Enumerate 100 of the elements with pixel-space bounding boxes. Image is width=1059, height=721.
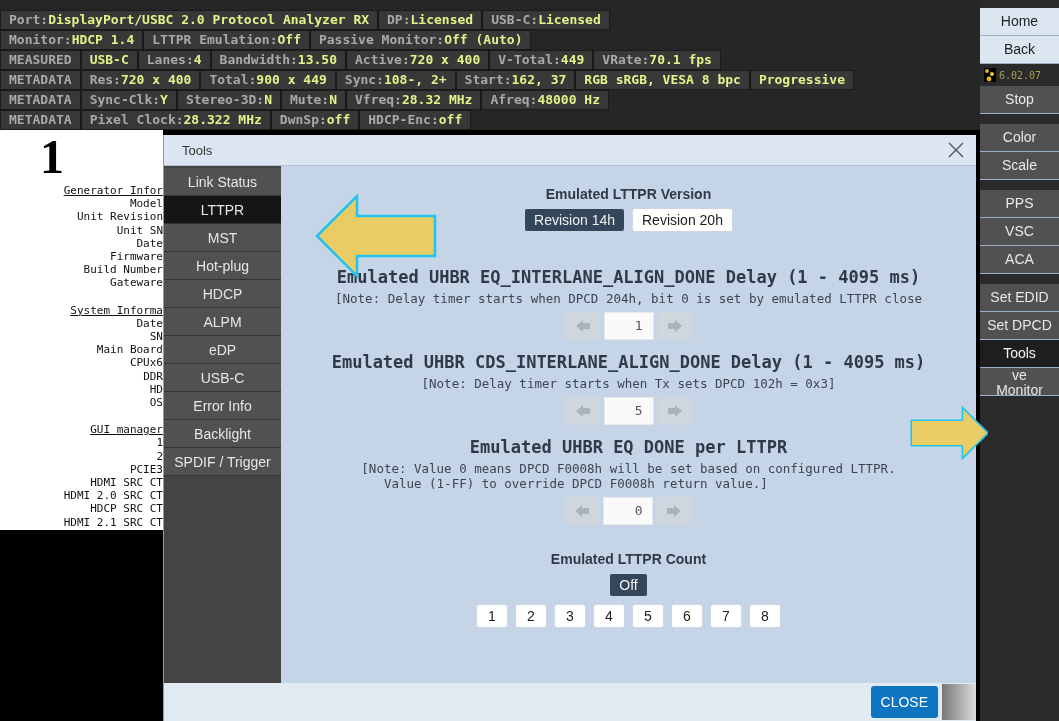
left-arrow-icon	[574, 319, 591, 333]
option-button[interactable]: 6	[671, 604, 703, 628]
left-arrow-icon	[574, 404, 591, 418]
status-cell: Lanes:4	[137, 50, 211, 70]
info-line: 2	[155, 449, 163, 463]
right-arrow-icon	[666, 404, 683, 418]
nav-tab[interactable]: eDP	[164, 336, 281, 364]
status-cell: USB-C:Licensed	[482, 10, 610, 30]
right-arrow-icon	[666, 319, 683, 333]
info-line: 1	[155, 436, 163, 450]
sidebar-button[interactable]: ACA	[980, 246, 1059, 274]
info-line: Firmware	[109, 250, 163, 264]
info-line: Gateware	[109, 276, 163, 290]
page-number: 1	[40, 134, 64, 180]
status-cell: Bandwidth:13.50	[210, 50, 346, 70]
sidebar-button[interactable]: Scale	[980, 152, 1059, 180]
status-cell: Active:720 x 400	[346, 50, 490, 70]
left-arrow-icon	[574, 504, 591, 518]
info-line: Generator Infor	[62, 184, 163, 198]
status-cell: Total:900 x 449	[200, 70, 336, 90]
info-line: HDMI 2.0 SRC CT	[62, 489, 163, 503]
status-cell: RGB sRGB, VESA 8 bpc	[575, 70, 750, 90]
sidebar-button[interactable]: Tools	[980, 340, 1059, 368]
option-button[interactable]: Revision 20h	[632, 208, 733, 232]
status-cell: Port:DisplayPort/USBC 2.0 Protocol Analyzer RX	[0, 10, 379, 30]
nav-tab[interactable]: Error Info	[164, 392, 281, 420]
sidebar-button[interactable]: Set EDID	[980, 284, 1059, 312]
option-button[interactable]: 5	[632, 604, 664, 628]
option-button[interactable]: Off	[609, 573, 648, 597]
nav-tab[interactable]: Hot-plug	[164, 252, 281, 280]
status-cell: HDCP-Enc:off	[359, 110, 472, 130]
info-line: HDCP SRC CT	[89, 502, 163, 516]
option-button[interactable]: 4	[593, 604, 625, 628]
nav-tab[interactable]: HDCP	[164, 280, 281, 308]
sidebar-button[interactable]: VSC	[980, 218, 1059, 246]
section-title: Emulated UHBR EQ DONE per LTTPR	[469, 437, 788, 457]
option-button[interactable]: Revision 14h	[524, 208, 625, 232]
close-button[interactable]: CLOSE	[870, 686, 938, 718]
status-cell: Monitor:HDCP 1.4	[0, 30, 144, 50]
info-line: GUI manager	[89, 423, 163, 437]
status-cell: DwnSp:off	[270, 110, 360, 130]
status-cell: METADATA	[0, 110, 81, 130]
sidebar-button[interactable]: Stop	[980, 86, 1059, 114]
info-line: DDR	[142, 369, 163, 383]
info-line: Unit Revision	[75, 210, 163, 224]
info-line: Main Board	[95, 343, 163, 357]
info-line: System Informa	[69, 303, 163, 317]
status-cell: MEASURED	[0, 50, 81, 70]
info-line: HDMI 2.1 SRC CT	[62, 515, 163, 529]
section-title: Emulated LTTPR Version	[545, 186, 712, 202]
note-text: [Note: Delay timer starts when DPCD 204h, bit 0 is set by emulated LTTPR close	[335, 291, 922, 306]
sidebar-button[interactable]: Color	[980, 124, 1059, 152]
status-cell: Mute:N	[281, 90, 346, 110]
nav-tab[interactable]: USB-C	[164, 364, 281, 392]
info-line: HDMI SRC CT	[89, 476, 163, 490]
option-button[interactable]: 1	[476, 604, 508, 628]
info-line: OS	[148, 396, 163, 410]
section-title: Emulated LTTPR Count	[550, 551, 707, 567]
nav-tab[interactable]: ALPM	[164, 308, 281, 336]
option-button[interactable]: 3	[554, 604, 586, 628]
status-cell: Res:720 x 400	[80, 70, 201, 90]
status-cell: DP:Licensed	[378, 10, 483, 30]
status-cell: V-Total:449	[489, 50, 594, 70]
status-cell: Progressive	[749, 70, 854, 90]
info-line: Date	[135, 316, 163, 331]
sidebar-button[interactable]: ve Monitor	[980, 368, 1059, 396]
option-button[interactable]: 7	[710, 604, 742, 628]
info-line: CPUx6	[128, 356, 163, 370]
right-arrow-icon	[666, 504, 683, 518]
status-cell: LTTPR Emulation:Off	[143, 30, 310, 50]
status-cell: Pixel Clock:28.322 MHz	[80, 110, 271, 130]
sidebar-button[interactable]: PPS	[980, 190, 1059, 218]
nav-tab[interactable]: Backlight	[164, 420, 281, 448]
status-cell: Sync-Clk:Y	[80, 90, 177, 110]
nav-tab[interactable]: MST	[164, 224, 281, 252]
info-line: Date	[135, 236, 163, 250]
status-cell: Stereo-3D:N	[176, 90, 281, 110]
status-cell: Sync:108-, 2+	[335, 70, 456, 90]
status-cell: METADATA	[0, 70, 81, 90]
close-icon[interactable]	[948, 142, 964, 158]
status-cell: METADATA	[0, 90, 81, 110]
option-button[interactable]: 2	[515, 604, 547, 628]
info-line: HD	[148, 382, 163, 397]
nav-tab[interactable]: Link Status	[164, 168, 281, 196]
nav-tab[interactable]: LTTPR	[164, 196, 281, 224]
resize-handle[interactable]	[942, 684, 976, 720]
section-title: Emulated UHBR EQ_INTERLANE_ALIGN_DONE Delay (1 - 4095 ms)	[336, 267, 921, 287]
sidebar-button[interactable]: Back	[980, 36, 1059, 64]
status-cell: USB-C	[80, 50, 138, 70]
info-line: Build Number	[82, 263, 163, 277]
option-button[interactable]: 8	[749, 604, 781, 628]
note-text: [Note: Delay timer starts when Tx sets DPCD 102h = 0x3]	[421, 376, 836, 391]
info-line: PCIE3	[128, 462, 163, 477]
sidebar-button[interactable]: Home	[980, 8, 1059, 36]
nav-tab[interactable]: SPDIF / Trigger	[164, 448, 281, 476]
section-title: Emulated UHBR CDS_INTERLANE_ALIGN_DONE Delay (1 - 4095 ms)	[331, 352, 926, 372]
sidebar-button[interactable]: Set DPCD	[980, 312, 1059, 340]
status-cell: Passive Monitor:Off (Auto)	[309, 30, 532, 50]
note-text: [Note: Value 0 means DPCD F0008h will be set based on configured LTTPR. Value (1-FF) to override DPCD F0008h return value.]	[361, 461, 896, 491]
info-line: Model	[128, 197, 163, 211]
